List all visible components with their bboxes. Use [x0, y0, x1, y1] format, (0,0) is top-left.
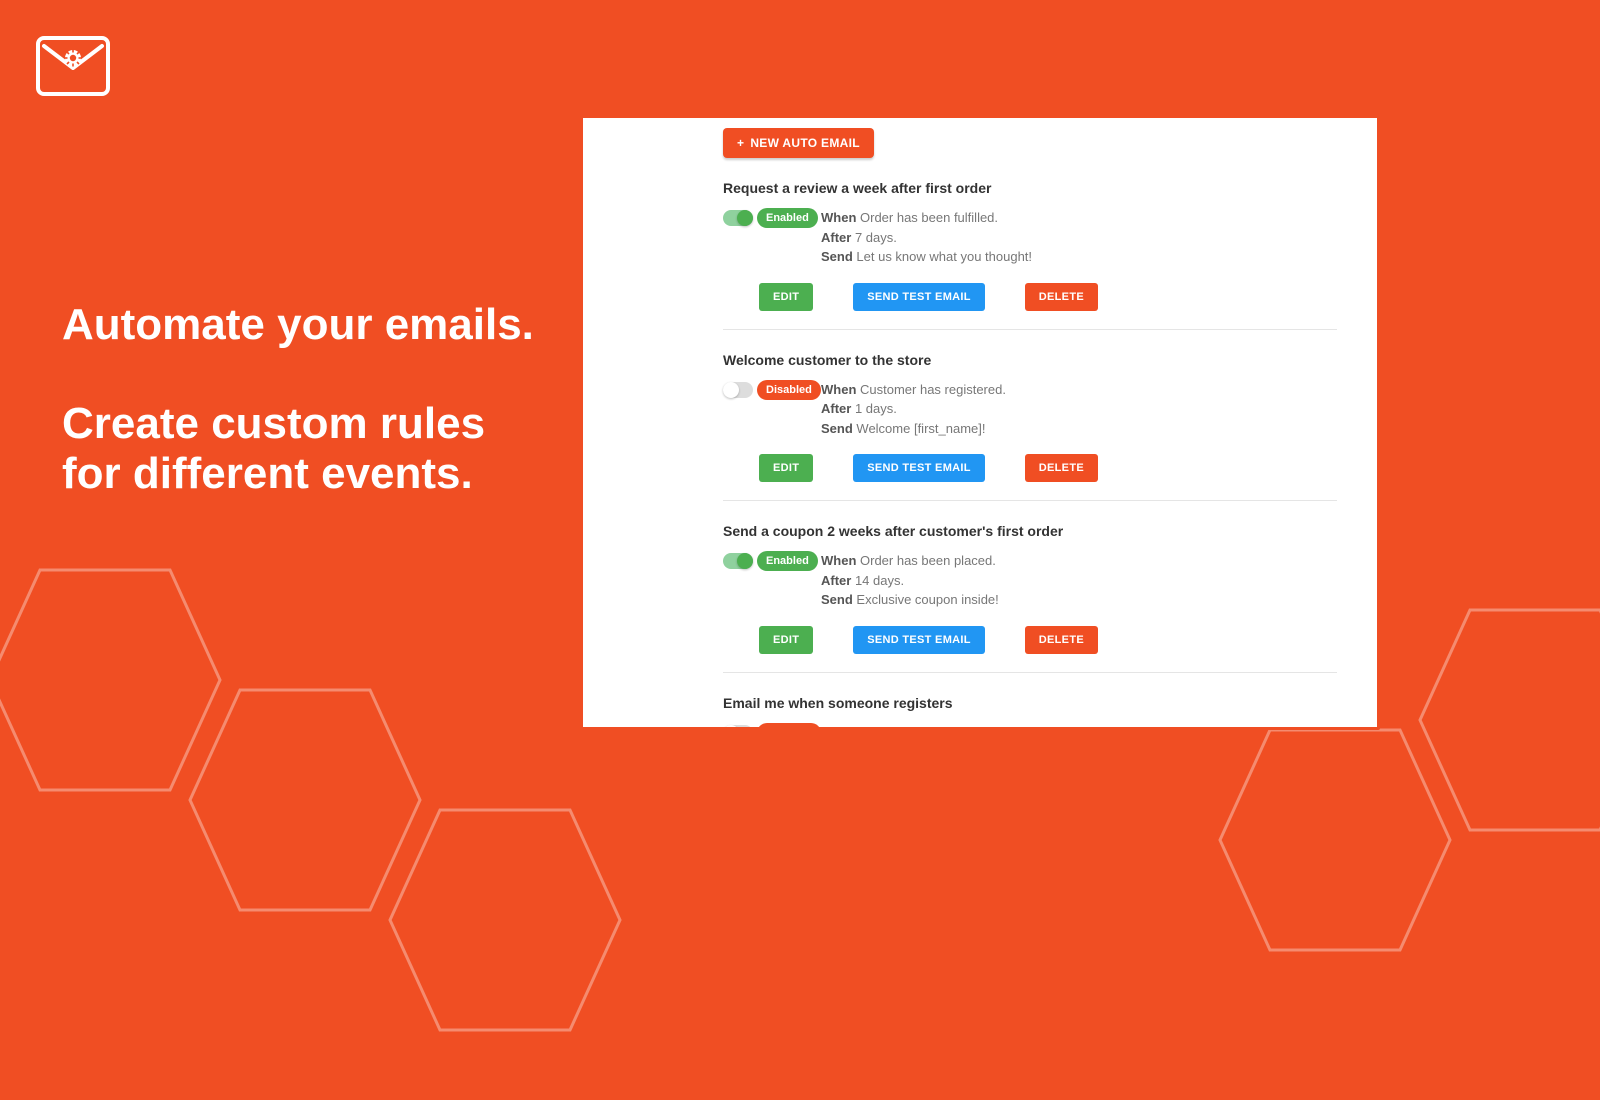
rule-title: Email me when someone registers [723, 695, 1337, 711]
send-label: Send [821, 592, 853, 607]
enable-toggle[interactable] [723, 382, 753, 398]
rule-title: Send a coupon 2 weeks after customer's f… [723, 523, 1337, 539]
send-label: Send [821, 249, 853, 264]
new-auto-email-button[interactable]: + NEW AUTO EMAIL [723, 128, 874, 158]
when-label: When [821, 553, 856, 568]
after-label: After [821, 401, 851, 416]
when-value: Order has been fulfilled. [856, 210, 998, 225]
send-test-button[interactable]: SEND TEST EMAIL [853, 454, 985, 482]
hero-text: Automate your emails. Create custom rule… [62, 300, 534, 500]
when-value: Customer has registered. [856, 725, 1006, 731]
after-label: After [821, 230, 851, 245]
rule-title: Request a review a week after first orde… [723, 180, 1337, 196]
when-label: When [821, 725, 856, 731]
delete-button[interactable]: DELETE [1025, 454, 1098, 482]
rule-item: Send a coupon 2 weeks after customer's f… [723, 523, 1337, 673]
rule-details: When Customer has registered.Send [custo… [821, 723, 1122, 731]
app-logo [36, 36, 110, 96]
rule-title: Welcome customer to the store [723, 352, 1337, 368]
send-test-button[interactable]: SEND TEST EMAIL [853, 283, 985, 311]
status-badge: Disabled [757, 380, 821, 400]
send-value: Let us know what you thought! [853, 249, 1032, 264]
rule-item: Welcome customer to the store DisabledWhe… [723, 352, 1337, 502]
when-label: When [821, 382, 856, 397]
rule-details: When Order has been placed. After 14 days… [821, 551, 999, 610]
enable-toggle[interactable] [723, 725, 753, 731]
new-button-label: NEW AUTO EMAIL [750, 136, 860, 150]
hex-decoration [370, 800, 630, 1100]
when-value: Order has been placed. [856, 553, 995, 568]
hero-line-1: Automate your emails. [62, 300, 534, 351]
send-label: Send [821, 421, 853, 436]
status-badge: Enabled [757, 208, 818, 228]
delete-button[interactable]: DELETE [1025, 626, 1098, 654]
send-value: Welcome [first_name]! [853, 421, 986, 436]
send-value: Exclusive coupon inside! [853, 592, 999, 607]
after-value: 1 days. [851, 401, 897, 416]
enable-toggle[interactable] [723, 553, 753, 569]
rules-panel: + NEW AUTO EMAIL Request a review a week… [580, 115, 1380, 730]
after-value: 14 days. [851, 573, 904, 588]
delete-button[interactable]: DELETE [1025, 283, 1098, 311]
status-badge: Enabled [757, 551, 818, 571]
rule-details: When Order has been fulfilled. After 7 da… [821, 208, 1032, 267]
enable-toggle[interactable] [723, 210, 753, 226]
rule-item: Request a review a week after first orde… [723, 180, 1337, 330]
after-value: 7 days. [851, 230, 897, 245]
rule-details: When Customer has registered. After 1 day… [821, 380, 1006, 439]
edit-button[interactable]: EDIT [759, 454, 813, 482]
status-badge: Disabled [757, 723, 821, 731]
rule-item: Email me when someone registers DisabledW… [723, 695, 1337, 731]
send-test-button[interactable]: SEND TEST EMAIL [853, 626, 985, 654]
when-label: When [821, 210, 856, 225]
plus-icon: + [737, 136, 744, 150]
hero-line-2: Create custom rules for different events… [62, 399, 534, 500]
edit-button[interactable]: EDIT [759, 626, 813, 654]
hex-decoration [1400, 600, 1600, 900]
edit-button[interactable]: EDIT [759, 283, 813, 311]
when-value: Customer has registered. [856, 382, 1006, 397]
after-label: After [821, 573, 851, 588]
